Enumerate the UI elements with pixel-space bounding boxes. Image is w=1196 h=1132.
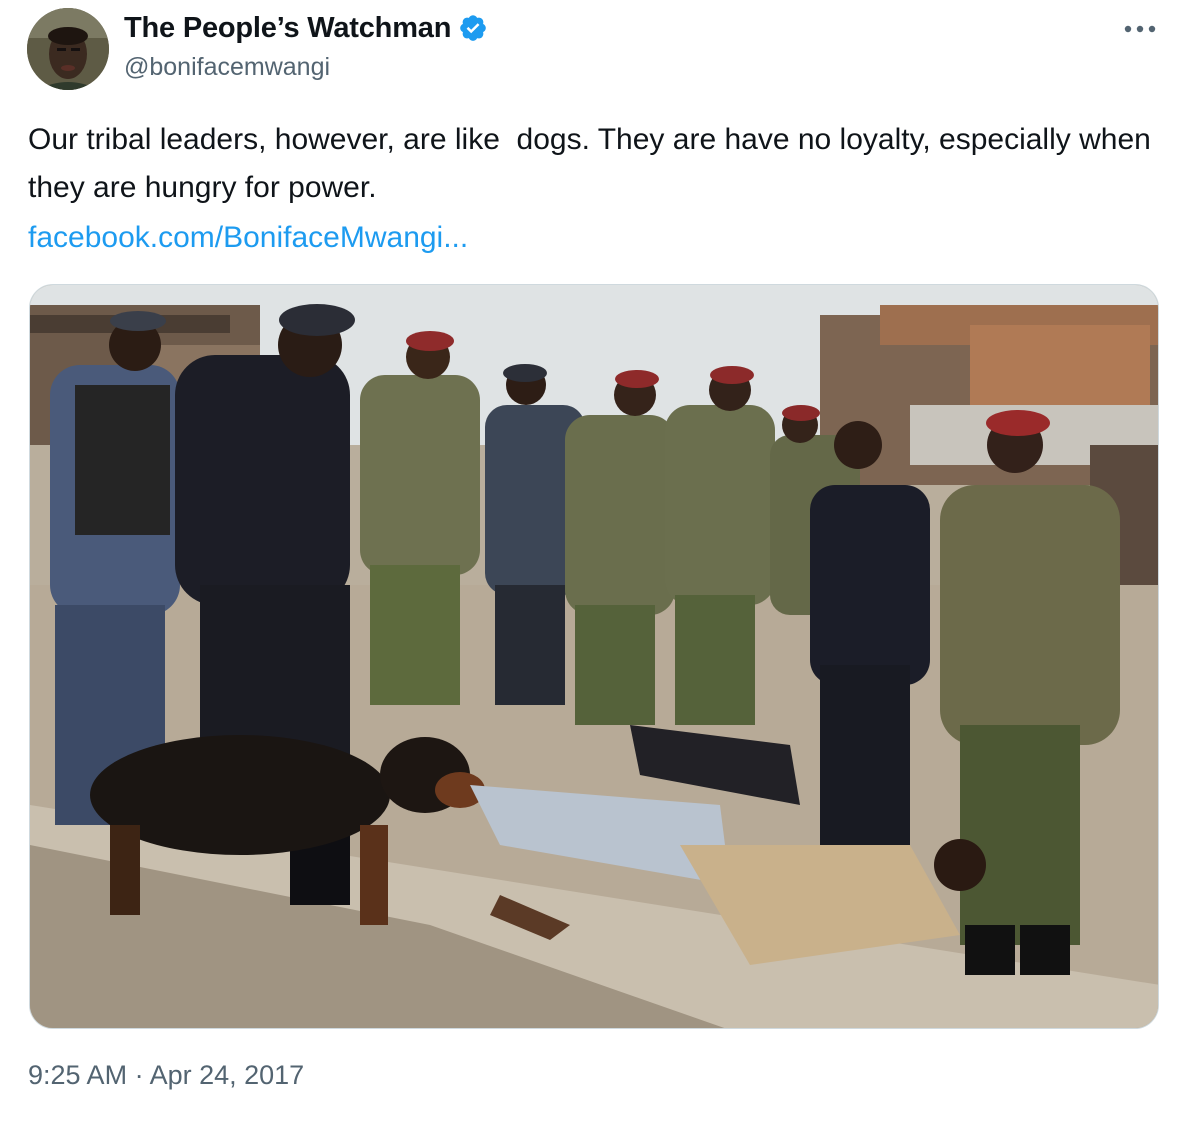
verified-badge-icon xyxy=(458,13,488,43)
tweet: The People’s Watchman @bonifacemwangi Ou… xyxy=(0,0,1196,1132)
photo-scene xyxy=(30,285,1158,1028)
tweet-text: Our tribal leaders, however, are like do… xyxy=(28,123,1160,204)
more-options-icon[interactable] xyxy=(1122,14,1158,44)
handle[interactable]: @bonifacemwangi xyxy=(124,53,330,82)
display-name[interactable]: The People’s Watchman xyxy=(124,12,451,45)
tweet-link[interactable]: facebook.com/BonifaceMwangi... xyxy=(28,214,468,262)
tweet-media-photo[interactable] xyxy=(29,284,1159,1029)
avatar-image xyxy=(27,8,109,90)
author-name-row: The People’s Watchman xyxy=(124,10,488,46)
tweet-timestamp[interactable]: 9:25 AM · Apr 24, 2017 xyxy=(28,1060,304,1091)
avatar[interactable] xyxy=(27,8,109,90)
